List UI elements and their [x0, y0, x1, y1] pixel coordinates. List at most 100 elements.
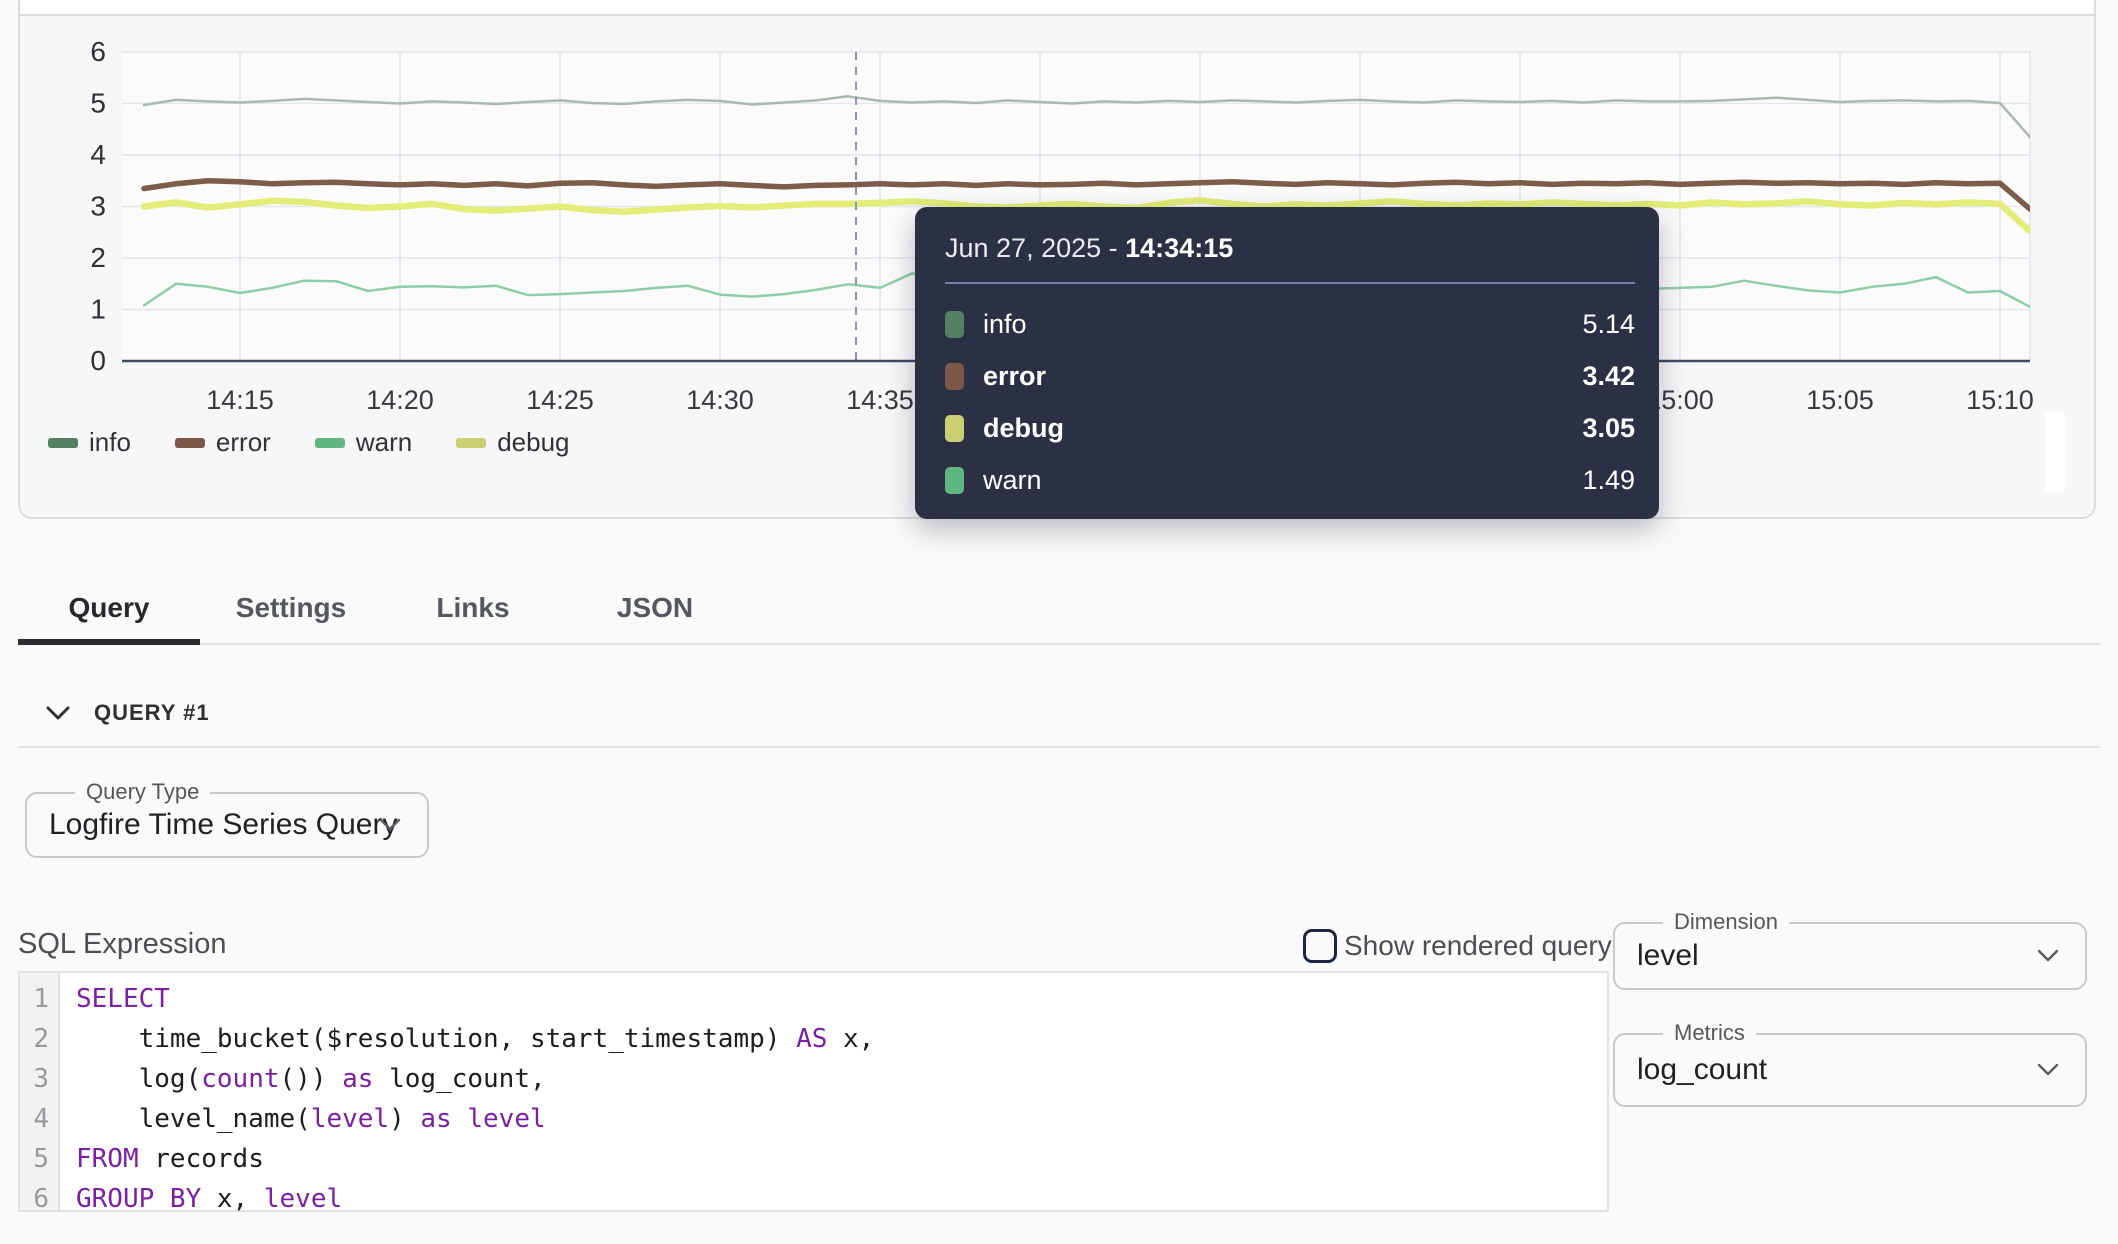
legend-label: info [89, 427, 131, 458]
tab-links[interactable]: Links [382, 574, 564, 645]
query-type-select[interactable]: Query Type Logfire Time Series Query [25, 792, 429, 858]
dimension-select[interactable]: Dimension level [1613, 922, 2087, 990]
sql-keyword: level [467, 1104, 545, 1134]
x-axis-label: 15:10 [1966, 385, 2034, 415]
x-axis-label: 14:25 [526, 385, 594, 415]
tooltip-timestamp: Jun 27, 2025 - 14:34:15 [945, 233, 1635, 264]
sql-text: records [139, 1144, 264, 1174]
legend-item[interactable]: info [48, 427, 131, 458]
tooltip-row: error3.42 [945, 350, 1635, 402]
tooltip-series-label: debug [983, 413, 1064, 444]
sql-text: time_bucket($resolution, start_timestamp… [76, 1024, 796, 1054]
legend-swatch [315, 438, 345, 448]
legend-swatch [456, 438, 486, 448]
y-axis-label: 6 [90, 36, 106, 67]
legend-swatch [175, 438, 205, 448]
sql-keyword: GROUP BY [76, 1184, 201, 1214]
y-axis-label: 0 [90, 345, 106, 376]
tab-json[interactable]: JSON [564, 574, 746, 645]
y-axis-label: 4 [90, 139, 106, 170]
code-line: log(count()) as log_count, [76, 1059, 874, 1099]
tooltip-series-label: warn [983, 465, 1042, 496]
metrics-value: log_count [1637, 1035, 1767, 1105]
sql-keyword: as [342, 1064, 373, 1094]
legend-label: error [216, 427, 271, 458]
tooltip-divider [945, 282, 1635, 284]
tooltip-series-value: 3.05 [1582, 413, 1635, 444]
metrics-select[interactable]: Metrics log_count [1613, 1033, 2087, 1107]
tooltip-series-label: error [983, 361, 1046, 392]
sql-keyword: AS [796, 1024, 827, 1054]
line-number: 1 [20, 979, 58, 1019]
tooltip-swatch [945, 311, 964, 338]
sql-text: log( [76, 1064, 201, 1094]
legend-item[interactable]: error [175, 427, 271, 458]
query-section-title: QUERY #1 [94, 700, 210, 726]
code-line: time_bucket($resolution, start_timestamp… [76, 1019, 874, 1059]
code-line: SELECT [76, 979, 874, 1019]
sql-text: x, [827, 1024, 874, 1054]
sql-keyword: as [420, 1104, 451, 1134]
tab-bar: QuerySettingsLinksJSON [18, 574, 746, 645]
scrollbar-thumb[interactable] [2045, 412, 2065, 492]
code-line: level_name(level) as level [76, 1099, 874, 1139]
sql-keyword: level [264, 1184, 342, 1214]
line-number: 3 [20, 1059, 58, 1099]
line-number: 4 [20, 1099, 58, 1139]
sql-text: level_name( [76, 1104, 311, 1134]
show-rendered-query-checkbox[interactable] [1303, 929, 1337, 963]
x-axis-label: 14:30 [686, 385, 754, 415]
query-section-header[interactable]: QUERY #1 [44, 700, 210, 726]
sql-text: ) [389, 1104, 420, 1134]
chart-tooltip: Jun 27, 2025 - 14:34:15 info 5.14 error3.4… [915, 207, 1659, 519]
y-axis-label: 3 [90, 191, 106, 222]
sql-editor[interactable]: 123456 SELECT time_bucket($resolution, s… [18, 971, 1609, 1212]
sql-expression-label: SQL Expression [18, 928, 226, 961]
section-divider [18, 746, 2100, 748]
legend-label: debug [497, 427, 569, 458]
legend-label: warn [356, 427, 412, 458]
x-axis-label: 14:20 [366, 385, 434, 415]
tooltip-swatch [945, 467, 964, 494]
tooltip-time: 14:34:15 [1125, 233, 1233, 263]
chevron-down-icon [2037, 1063, 2059, 1077]
tooltip-row: debug 3.05 [945, 402, 1635, 454]
tab-settings[interactable]: Settings [200, 574, 382, 645]
show-rendered-query-label[interactable]: Show rendered query [1344, 930, 1612, 962]
code-line: GROUP BY x, level [76, 1179, 874, 1219]
sql-keyword: count [201, 1064, 279, 1094]
tooltip-row: info 5.14 [945, 298, 1635, 350]
legend-item[interactable]: warn [315, 427, 412, 458]
sql-text: log_count, [373, 1064, 545, 1094]
tooltip-series-value: 1.49 [1582, 465, 1635, 496]
y-axis-label: 5 [90, 88, 106, 119]
dimension-value: level [1637, 924, 1699, 988]
tooltip-date: Jun 27, 2025 - [945, 233, 1125, 263]
line-number: 5 [20, 1139, 58, 1179]
y-axis-label: 2 [90, 242, 106, 273]
x-axis-label: 15:05 [1806, 385, 1874, 415]
tooltip-swatch [945, 363, 964, 390]
tooltip-row: warn 1.49 [945, 454, 1635, 506]
x-axis-label: 14:35 [846, 385, 914, 415]
sql-text [452, 1104, 468, 1134]
chevron-down-icon [44, 704, 72, 722]
chevron-down-icon [379, 818, 401, 832]
query-type-value: Logfire Time Series Query [49, 794, 397, 856]
legend-swatch [48, 438, 78, 448]
legend-item[interactable]: debug [456, 427, 569, 458]
sql-keyword: FROM [76, 1144, 139, 1174]
tooltip-rows: info 5.14 error3.42 debug 3.05 warn 1.49 [945, 298, 1635, 506]
tooltip-series-value: 5.14 [1582, 309, 1635, 340]
line-number: 6 [20, 1179, 58, 1219]
tooltip-swatch [945, 415, 964, 442]
x-axis-label: 14:15 [206, 385, 274, 415]
tooltip-series-label: info [983, 309, 1027, 340]
tab-query[interactable]: Query [18, 574, 200, 645]
sql-text: x, [201, 1184, 264, 1214]
chevron-down-icon [2037, 949, 2059, 963]
chart-legend: info error warn debug [48, 427, 570, 458]
sql-editor-code[interactable]: SELECT time_bucket($resolution, start_ti… [60, 973, 874, 1210]
sql-keyword: level [311, 1104, 389, 1134]
sql-text: ()) [280, 1064, 343, 1094]
